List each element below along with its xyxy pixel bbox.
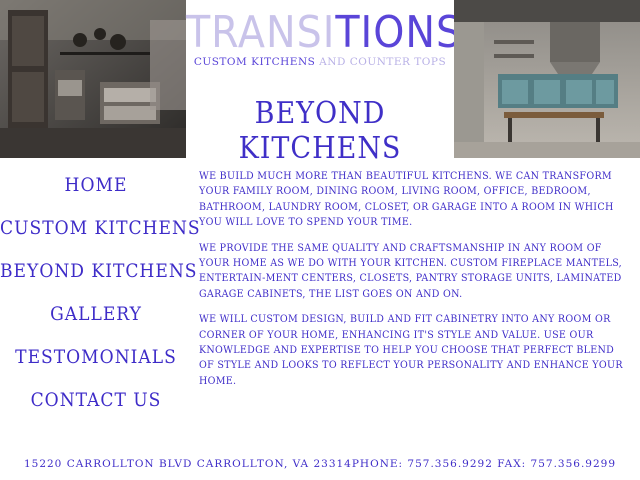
logo-title-part-a: TRANSI <box>186 7 336 58</box>
page-title: BEYOND KITCHENS <box>238 96 402 166</box>
nav-home[interactable]: HOME <box>0 172 192 215</box>
logo-subtitle-part-a: CUSTOM KITCHENS <box>193 56 316 68</box>
industrial-kitchen-photo <box>454 0 640 158</box>
nav-contact-us[interactable]: CONTACT US <box>0 387 192 430</box>
logo-subtitle: CUSTOM KITCHENS AND COUNTER TOPS <box>186 56 454 68</box>
logo-subtitle-part-b: AND COUNTER TOPS <box>315 56 447 68</box>
content-paragraph: WE BUILD MUCH MORE THAN BEAUTIFUL KITCHE… <box>199 170 614 229</box>
logo: TRANSITIONS CUSTOM KITCHENS AND COUNTER … <box>186 0 461 167</box>
nav-beyond-kitchens[interactable]: BEYOND KITCHENS <box>0 258 197 301</box>
main-nav: HOME CUSTOM KITCHENS BEYOND KITCHENS GAL… <box>0 172 200 430</box>
content-paragraph: WE PROVIDE THE SAME QUALITY AND CRAFTSMA… <box>199 241 622 300</box>
nav-testimonials[interactable]: TESTOMONIALS <box>0 344 192 387</box>
main-content: WE BUILD MUCH MORE THAN BEAUTIFUL KITCHE… <box>199 169 629 399</box>
content-paragraph: WE WILL CUSTOM DESIGN, BUILD AND FIT CAB… <box>199 313 623 387</box>
nav-custom-kitchens[interactable]: CUSTOM KITCHENS <box>0 215 200 258</box>
footer-contact-info: 15220 CARROLLTON BLVD CARROLLTON, VA 233… <box>23 458 617 470</box>
rustic-kitchen-photo <box>0 0 186 158</box>
logo-title: TRANSITIONS <box>186 7 461 58</box>
logo-title-part-b: TIONS <box>335 7 463 58</box>
nav-gallery[interactable]: GALLERY <box>0 301 192 344</box>
